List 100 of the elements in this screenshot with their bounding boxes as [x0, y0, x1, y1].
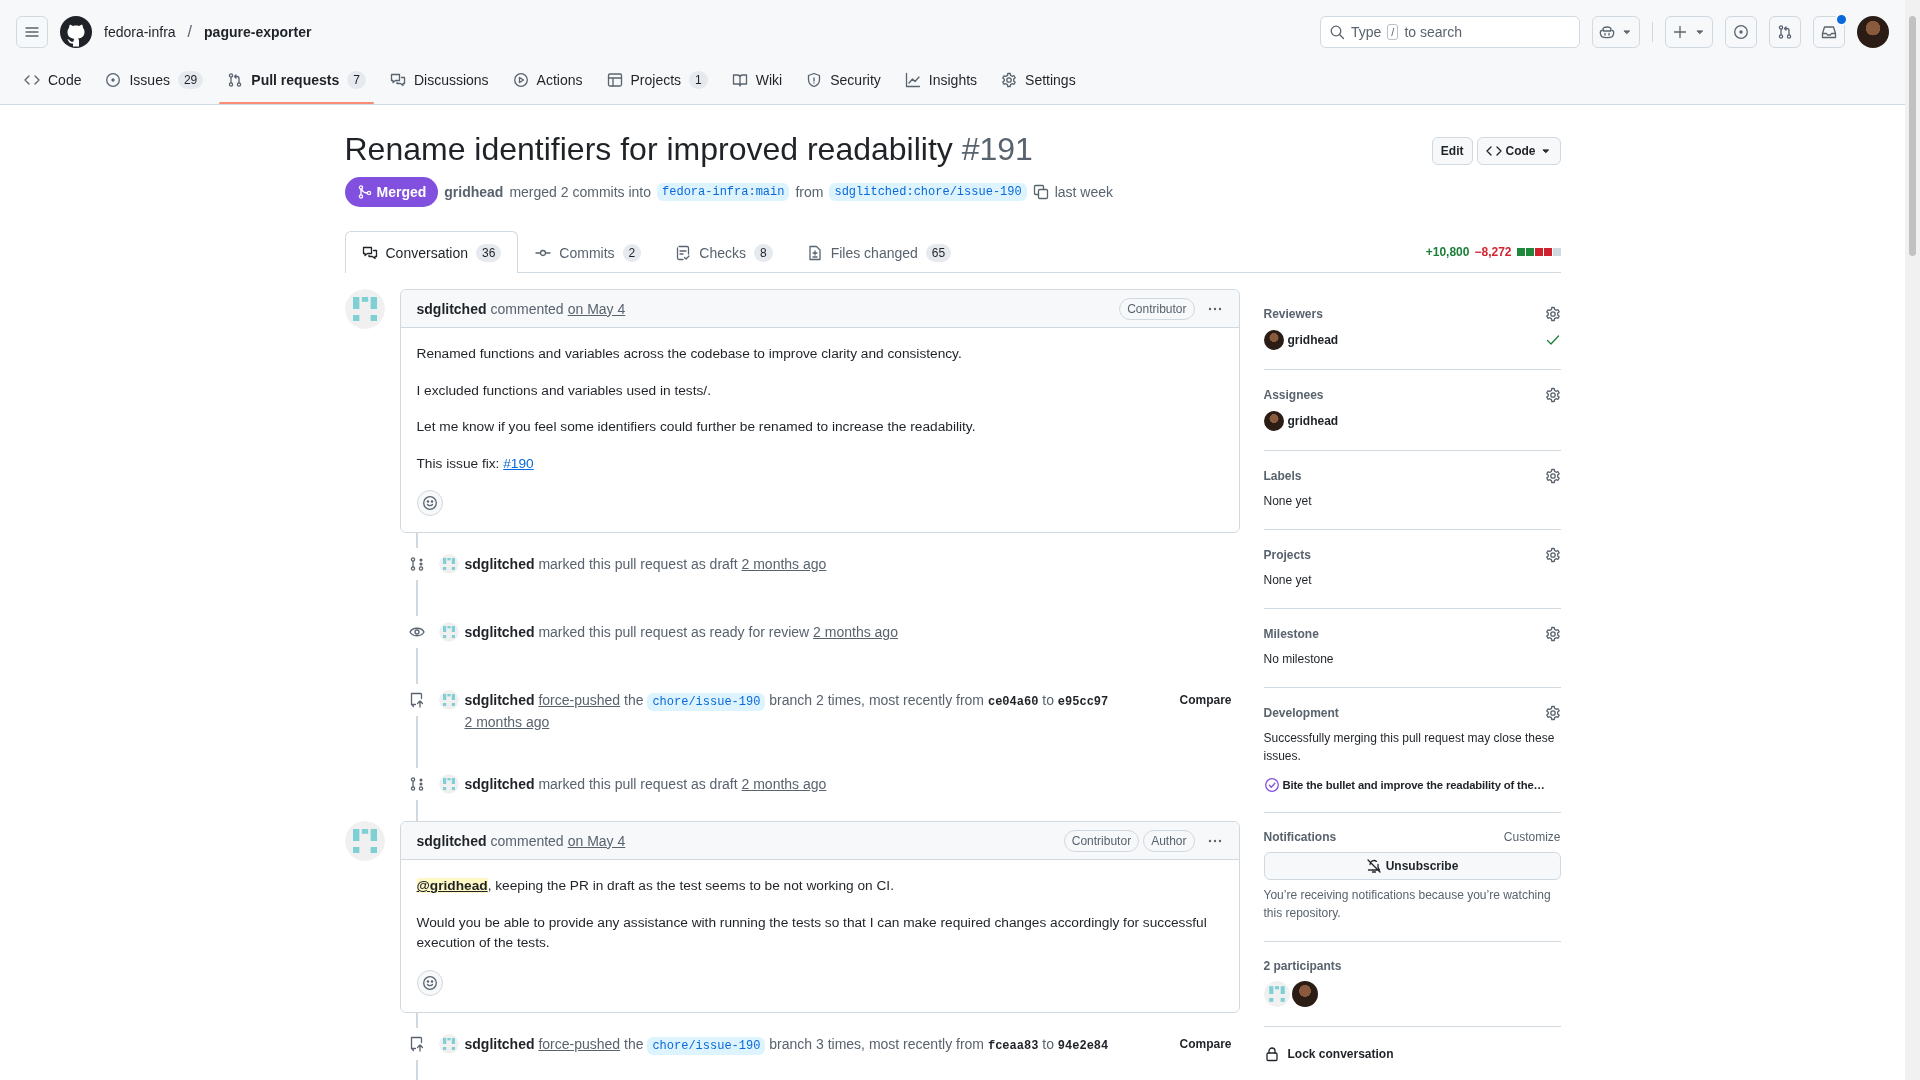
- add-reaction-button[interactable]: [416, 490, 443, 517]
- count-badge: 36: [476, 243, 502, 262]
- timestamp-link[interactable]: on May 4: [567, 832, 626, 849]
- author-link[interactable]: sdglitched: [464, 556, 535, 573]
- author-link[interactable]: sdglitched: [464, 1035, 535, 1052]
- issues-button[interactable]: [1725, 16, 1757, 48]
- merge-summary: merged 2 commits into: [509, 184, 652, 200]
- base-branch-link[interactable]: fedora-infra:main: [657, 183, 790, 201]
- author-link[interactable]: sdglitched: [464, 624, 535, 641]
- inbox-button[interactable]: [1813, 16, 1845, 48]
- timestamp-link[interactable]: 2 months ago: [464, 714, 550, 731]
- repo-tab[interactable]: Projects 1: [598, 64, 716, 96]
- force-pushed-link[interactable]: force-pushed: [538, 692, 621, 709]
- customize-link[interactable]: Customize: [1503, 830, 1561, 844]
- repo-tab[interactable]: Actions: [504, 64, 591, 96]
- edit-button[interactable]: Edit: [1431, 137, 1473, 165]
- pull-requests-button[interactable]: [1769, 16, 1801, 48]
- comment-text: I excluded functions and variables used in tests/.: [416, 381, 712, 400]
- branch-link[interactable]: chore/issue-190: [647, 693, 766, 712]
- user-avatar: [438, 774, 459, 795]
- pr-tab[interactable]: Conversation 36: [344, 231, 519, 273]
- section-title: Labels: [1263, 469, 1302, 483]
- commit-sha-link[interactable]: ce04a60: [987, 695, 1039, 710]
- event-text: sdglitched force-pushed the chore/issue-190 branch 2 times, most recently from ce04a60 to e95cc97 2 months ago: [464, 691, 1110, 733]
- commit-sha-link[interactable]: fceaa83: [987, 1038, 1039, 1053]
- commit-sha-link[interactable]: e95cc97: [1057, 695, 1109, 710]
- user-link[interactable]: gridhead: [1287, 414, 1339, 428]
- issue-link[interactable]: #190: [503, 455, 534, 471]
- repo-tab[interactable]: Insights: [896, 64, 986, 96]
- count-badge: 1: [689, 71, 708, 89]
- count-badge: 8: [753, 244, 773, 262]
- author-link[interactable]: sdglitched: [464, 692, 535, 709]
- user-link[interactable]: gridhead: [1287, 333, 1339, 347]
- timestamp-link[interactable]: 2 months ago: [741, 556, 827, 573]
- section-title: Reviewers: [1263, 307, 1323, 321]
- checklist-icon: [675, 245, 692, 261]
- notification-note: You’re receiving notifications because you’re watching this repository.: [1263, 887, 1552, 922]
- settings-button[interactable]: [1544, 705, 1561, 721]
- copilot-button[interactable]: [1592, 16, 1640, 48]
- author-link[interactable]: sdglitched: [416, 832, 487, 849]
- repo-tab[interactable]: Security: [798, 64, 889, 96]
- search-field[interactable]: Type / to search: [1320, 16, 1580, 48]
- scrollbar[interactable]: [1905, 0, 1920, 1080]
- repo-tab[interactable]: Wiki: [723, 64, 791, 96]
- section-title: Projects: [1263, 548, 1311, 562]
- settings-icon: [1544, 705, 1561, 721]
- kebab-icon: [1206, 838, 1223, 843]
- head-branch-link[interactable]: sdglitched:chore/issue-190: [829, 183, 1027, 201]
- branch-link[interactable]: chore/issue-190: [647, 1036, 766, 1055]
- merge-icon: [356, 184, 373, 200]
- settings-button[interactable]: [1544, 626, 1561, 642]
- repo-tab[interactable]: Discussions: [381, 64, 497, 96]
- copy-button[interactable]: [1032, 184, 1049, 200]
- section-value: No milestone: [1263, 651, 1335, 668]
- settings-button[interactable]: [1544, 306, 1561, 322]
- force-pushed-link[interactable]: force-pushed: [538, 1035, 621, 1052]
- user-avatar: [438, 622, 459, 643]
- repo-tab[interactable]: Code: [16, 64, 90, 96]
- deletions-count: −8,272: [1474, 245, 1512, 259]
- menu-button[interactable]: [16, 16, 48, 48]
- pr-tab[interactable]: Commits 2: [518, 232, 659, 273]
- timestamp-link[interactable]: on May 4: [567, 300, 626, 317]
- event-text: sdglitched marked this pull request as draft 2 months ago: [464, 775, 828, 795]
- author-link[interactable]: sdglitched: [464, 776, 535, 793]
- count-badge: 65: [925, 244, 952, 262]
- compare-button[interactable]: Compare: [1171, 1033, 1240, 1054]
- settings-button[interactable]: [1544, 468, 1561, 484]
- event-text: sdglitched force-pushed the chore/issue-190 branch 3 times, most recently from fceaa83 to 94e2e84: [464, 1034, 1110, 1056]
- unsubscribe-button[interactable]: Unsubscribe: [1263, 852, 1561, 880]
- settings-button[interactable]: [1544, 547, 1561, 563]
- avatar: [1263, 411, 1284, 431]
- from-text: from: [795, 184, 824, 200]
- author-link[interactable]: gridhead: [444, 184, 504, 200]
- repo-tab[interactable]: Issues 29: [97, 64, 212, 96]
- author-link[interactable]: sdglitched: [416, 300, 487, 317]
- repo-link[interactable]: pagure-exporter: [204, 24, 312, 40]
- create-new-button[interactable]: [1665, 16, 1713, 48]
- octocat-logo-icon[interactable]: [60, 16, 92, 48]
- settings-button[interactable]: [1544, 387, 1561, 403]
- robot-icon: [1599, 24, 1615, 40]
- pr-tab[interactable]: Files changed 65: [789, 232, 969, 273]
- add-reaction-button[interactable]: [416, 969, 443, 996]
- repo-tab[interactable]: Settings: [993, 64, 1084, 96]
- timestamp-link[interactable]: 2 months ago: [813, 624, 898, 641]
- pr-tab[interactable]: Checks 8: [658, 232, 790, 273]
- mention-link[interactable]: @gridhead: [416, 878, 488, 894]
- table-icon: [606, 72, 623, 88]
- code-button[interactable]: Code: [1476, 137, 1561, 165]
- timestamp-link[interactable]: 2 months ago: [741, 776, 827, 793]
- owner-link[interactable]: fedora-infra: [104, 24, 176, 40]
- merge-time: last week: [1054, 184, 1114, 200]
- section-value: None yet: [1263, 493, 1313, 510]
- compare-button[interactable]: Compare: [1171, 690, 1240, 711]
- play-icon: [512, 72, 529, 88]
- event-text: sdglitched marked this pull request as draft 2 months ago: [464, 555, 828, 575]
- lock-conversation-link[interactable]: Lock conversation: [1263, 1044, 1561, 1062]
- issue-link[interactable]: Bite the bullet and improve the readability of the…: [1282, 779, 1545, 791]
- user-avatar: [344, 821, 385, 862]
- commit-sha-link[interactable]: 94e2e84: [1057, 1038, 1109, 1053]
- discussion-icon: [361, 244, 378, 261]
